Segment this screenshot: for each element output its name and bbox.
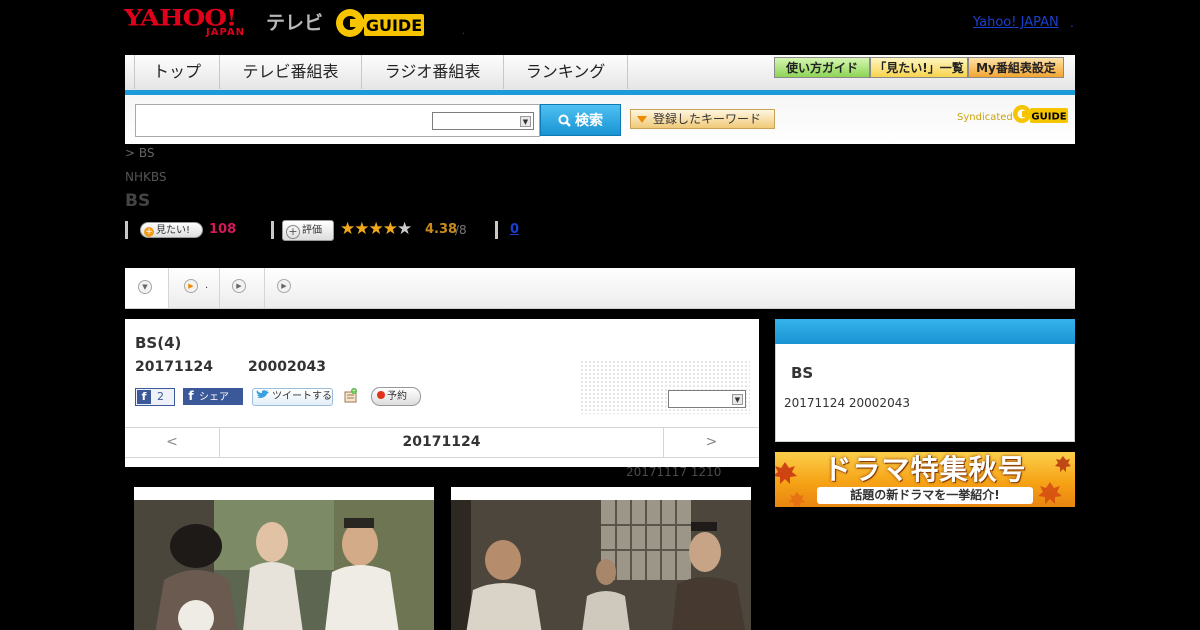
star-rating: ★★★★★ [340, 219, 412, 239]
search-icon [558, 114, 571, 127]
facebook-icon: f [137, 390, 151, 404]
sidebar-info-header [775, 319, 1075, 344]
comment-count-link[interactable]: 0 [510, 222, 519, 237]
mitai-button[interactable]: + 見たい! [140, 222, 203, 238]
facebook-share-button[interactable]: f シェア [183, 388, 243, 405]
breadcrumb[interactable]: > BS [125, 146, 155, 160]
facebook-like-button[interactable]: f2 [135, 388, 175, 406]
update-timestamp: 20171117 1210 [626, 465, 722, 479]
rate-button-label: 評価 [302, 225, 322, 236]
gguide-logo[interactable]: GUIDE [334, 6, 430, 40]
prev-date-button[interactable]: < [125, 428, 220, 457]
search-category-select[interactable]: ▼ [432, 112, 534, 130]
svg-text:+: + [351, 388, 356, 395]
record-icon [377, 391, 385, 399]
star-icon: ★ [368, 219, 384, 239]
rate-button[interactable]: + 評価 [282, 220, 334, 241]
add-to-list-icon[interactable]: + [344, 388, 358, 403]
tab-2-label: . [205, 280, 209, 291]
star-icon: ★ [397, 219, 412, 239]
yahoo-japan-logo-sub: JAPAN [206, 27, 245, 38]
nav-tv-schedule[interactable]: テレビ番組表 [220, 55, 362, 89]
chevron-down-icon: ▼ [732, 394, 743, 405]
episode-date: 20171124 [135, 359, 213, 375]
facebook-icon: f [188, 389, 194, 403]
star-icon: ★ [354, 219, 369, 239]
plus-icon: + [144, 227, 154, 237]
nav-radio-schedule[interactable]: ラジオ番組表 [362, 55, 504, 89]
twitter-bird-icon [256, 390, 269, 398]
reserve-button-label: 予約 [387, 391, 407, 402]
tweet-button[interactable]: ツイートする [252, 388, 333, 406]
next-date-button[interactable]: > [663, 428, 759, 457]
search-button-label: 検索 [575, 113, 603, 129]
scene-photo-1-image [134, 500, 434, 630]
rating-value: 4.38 [425, 222, 458, 237]
sidebar-title: BS [791, 364, 814, 382]
facebook-share-label: シェア [199, 392, 229, 403]
tv-logo-text[interactable]: テレビ [266, 8, 323, 35]
current-date: 20171124 [402, 434, 481, 450]
stat-divider [125, 221, 128, 239]
sidebar-date: 20171124 20002043 [784, 396, 910, 410]
syndicated-label: Syndicated [957, 112, 1013, 123]
gguide-small-logo: GUIDE [1013, 105, 1068, 123]
tab-2[interactable]: ▶ . [169, 268, 220, 308]
svg-text:GUIDE: GUIDE [1031, 112, 1066, 123]
mitai-button-label: 見たい! [156, 225, 191, 236]
search-button[interactable]: 検索 [540, 104, 621, 136]
drama-special-banner[interactable]: ドラマ特集秋号 話題の新ドラマを一挙紹介! [775, 452, 1075, 507]
star-icon: ★ [382, 219, 398, 239]
facebook-like-count: 2 [157, 390, 164, 403]
mitai-list-button[interactable]: 「見たい!」一覧 [870, 57, 968, 78]
nav-ranking[interactable]: ランキング [504, 55, 628, 89]
guide-button[interactable]: 使い方ガイド [774, 57, 870, 78]
tweet-button-label: ツイートする [272, 391, 332, 402]
header-dot: . [462, 26, 466, 37]
nav-top[interactable]: トップ [135, 55, 220, 89]
banner-subtitle: 話題の新ドラマを一挙紹介! [817, 487, 1033, 504]
my-schedule-button[interactable]: My番組表設定 [968, 57, 1064, 78]
plus-circle-icon: + [286, 225, 300, 239]
play-icon: ▶ [184, 279, 198, 293]
scene-photo-2[interactable] [451, 487, 751, 630]
header-link-dot: . [1070, 16, 1074, 30]
scene-photo-2-image [451, 500, 751, 630]
triangle-down-icon [637, 116, 647, 123]
nav-left-edge [125, 55, 135, 89]
play-icon: ▶ [277, 279, 291, 293]
yahoo-japan-link[interactable]: Yahoo! JAPAN [973, 15, 1059, 30]
tab-4[interactable]: ▶ [265, 268, 310, 308]
scene-photo-1[interactable] [134, 487, 434, 630]
stat-divider [271, 221, 274, 239]
registered-keywords-button[interactable]: 登録したキーワード [630, 109, 775, 129]
mitai-count: 108 [209, 222, 237, 237]
banner-title: ドラマ特集秋号 [823, 453, 1027, 486]
registered-keywords-label: 登録したキーワード [653, 112, 762, 126]
tab-3[interactable]: ▶ [220, 268, 265, 308]
star-icon: ★ [340, 219, 355, 239]
rating-count: /8 [455, 223, 467, 237]
chevron-down-icon: ▼ [138, 280, 152, 294]
play-icon: ▶ [232, 279, 246, 293]
episode-time: 20002043 [248, 359, 326, 375]
channel-name: NHKBS [125, 170, 167, 184]
reserve-button[interactable]: 予約 [371, 387, 421, 406]
chevron-down-icon: ▼ [520, 116, 531, 127]
episode-title: BS(4) [135, 334, 182, 352]
stat-divider [495, 221, 498, 239]
tab-1[interactable]: ▼ [125, 268, 169, 308]
episode-select[interactable]: ▼ [668, 390, 746, 408]
svg-text:GUIDE: GUIDE [366, 16, 422, 35]
page-title: BS [125, 191, 151, 211]
